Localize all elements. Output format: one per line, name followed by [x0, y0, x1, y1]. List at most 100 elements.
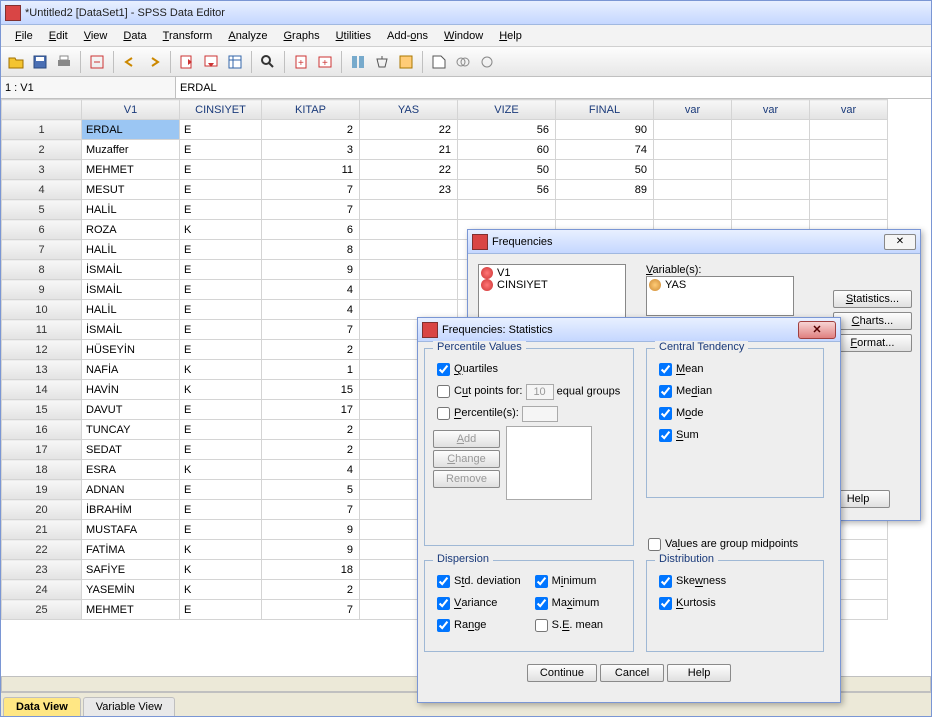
- cutpoints-checkbox[interactable]: Cut points for: 10 equal groups: [433, 382, 625, 401]
- quartiles-checkbox[interactable]: Quartiles: [433, 360, 625, 379]
- data-cell[interactable]: [556, 200, 654, 220]
- data-cell[interactable]: 4: [262, 280, 360, 300]
- data-cell[interactable]: FATİMA: [82, 540, 180, 560]
- split-icon[interactable]: [347, 51, 369, 73]
- data-cell[interactable]: MEHMET: [82, 160, 180, 180]
- data-cell[interactable]: [654, 120, 732, 140]
- data-cell[interactable]: [810, 140, 888, 160]
- data-cell[interactable]: [654, 200, 732, 220]
- cutpoints-value[interactable]: 10: [526, 384, 554, 400]
- max-checkbox[interactable]: Maximum: [531, 594, 603, 613]
- data-cell[interactable]: HALİL: [82, 240, 180, 260]
- frequencies-titlebar[interactable]: Frequencies ✕: [468, 230, 920, 254]
- data-cell[interactable]: [654, 140, 732, 160]
- data-cell[interactable]: E: [180, 240, 262, 260]
- cancel-button[interactable]: Cancel: [600, 664, 664, 682]
- data-cell[interactable]: 2: [262, 340, 360, 360]
- data-cell[interactable]: 2: [262, 120, 360, 140]
- find-icon[interactable]: [257, 51, 279, 73]
- range-checkbox[interactable]: Range: [433, 616, 521, 635]
- data-cell[interactable]: 2: [262, 420, 360, 440]
- data-cell[interactable]: [732, 160, 810, 180]
- data-cell[interactable]: [360, 260, 458, 280]
- data-cell[interactable]: E: [180, 180, 262, 200]
- data-cell[interactable]: 1: [262, 360, 360, 380]
- row-header[interactable]: 7: [2, 240, 82, 260]
- row-header[interactable]: 12: [2, 340, 82, 360]
- data-cell[interactable]: MESUT: [82, 180, 180, 200]
- menu-edit[interactable]: Edit: [41, 28, 76, 44]
- goto-var-icon[interactable]: [200, 51, 222, 73]
- column-header[interactable]: KITAP: [262, 100, 360, 120]
- data-cell[interactable]: K: [180, 560, 262, 580]
- sum-checkbox[interactable]: Sum: [655, 426, 815, 445]
- row-header[interactable]: 3: [2, 160, 82, 180]
- menu-view[interactable]: View: [76, 28, 116, 44]
- redo-icon[interactable]: [143, 51, 165, 73]
- open-icon[interactable]: [5, 51, 27, 73]
- menu-data[interactable]: Data: [115, 28, 154, 44]
- weight-icon[interactable]: [371, 51, 393, 73]
- std-checkbox[interactable]: Std. deviation: [433, 572, 521, 591]
- undo-icon[interactable]: [119, 51, 141, 73]
- row-header[interactable]: 4: [2, 180, 82, 200]
- data-cell[interactable]: TUNCAY: [82, 420, 180, 440]
- data-cell[interactable]: [810, 120, 888, 140]
- data-cell[interactable]: E: [180, 160, 262, 180]
- data-cell[interactable]: 22: [360, 160, 458, 180]
- median-checkbox[interactable]: Median: [655, 382, 815, 401]
- recall-icon[interactable]: [86, 51, 108, 73]
- data-cell[interactable]: 18: [262, 560, 360, 580]
- menu-analyze[interactable]: Analyze: [220, 28, 275, 44]
- row-header[interactable]: 9: [2, 280, 82, 300]
- selected-variable-list[interactable]: YAS: [646, 276, 794, 316]
- data-cell[interactable]: E: [180, 440, 262, 460]
- row-header[interactable]: 8: [2, 260, 82, 280]
- row-header[interactable]: 24: [2, 580, 82, 600]
- data-cell[interactable]: E: [180, 400, 262, 420]
- variance-checkbox[interactable]: Variance: [433, 594, 521, 613]
- data-cell[interactable]: 7: [262, 180, 360, 200]
- data-cell[interactable]: 5: [262, 480, 360, 500]
- data-cell[interactable]: 50: [556, 160, 654, 180]
- data-cell[interactable]: E: [180, 500, 262, 520]
- select-icon[interactable]: [395, 51, 417, 73]
- data-cell[interactable]: 9: [262, 540, 360, 560]
- menu-graphs[interactable]: Graphs: [275, 28, 327, 44]
- column-header[interactable]: var: [732, 100, 810, 120]
- data-cell[interactable]: E: [180, 300, 262, 320]
- se-checkbox[interactable]: S.E. mean: [531, 616, 603, 635]
- data-cell[interactable]: NAFİA: [82, 360, 180, 380]
- data-cell[interactable]: K: [180, 540, 262, 560]
- insert-case-icon[interactable]: +: [290, 51, 312, 73]
- data-cell[interactable]: 90: [556, 120, 654, 140]
- row-header[interactable]: 22: [2, 540, 82, 560]
- row-header[interactable]: 11: [2, 320, 82, 340]
- continue-button[interactable]: Continue: [527, 664, 597, 682]
- mode-checkbox[interactable]: Mode: [655, 404, 815, 423]
- help-button[interactable]: Help: [667, 664, 731, 682]
- row-header[interactable]: 5: [2, 200, 82, 220]
- menu-addons[interactable]: Add-ons: [379, 28, 436, 44]
- menu-help[interactable]: Help: [491, 28, 530, 44]
- data-cell[interactable]: E: [180, 280, 262, 300]
- data-cell[interactable]: HAVİN: [82, 380, 180, 400]
- row-header[interactable]: 16: [2, 420, 82, 440]
- data-cell[interactable]: 7: [262, 600, 360, 620]
- data-cell[interactable]: [654, 180, 732, 200]
- source-variable-list[interactable]: V1 CINSIYET: [478, 264, 626, 320]
- data-cell[interactable]: 9: [262, 520, 360, 540]
- data-cell[interactable]: E: [180, 120, 262, 140]
- data-cell[interactable]: [732, 120, 810, 140]
- data-cell[interactable]: E: [180, 420, 262, 440]
- data-cell[interactable]: 56: [458, 120, 556, 140]
- data-cell[interactable]: 4: [262, 460, 360, 480]
- data-cell[interactable]: [810, 200, 888, 220]
- data-cell[interactable]: 7: [262, 320, 360, 340]
- data-cell[interactable]: K: [180, 580, 262, 600]
- variables-icon[interactable]: [224, 51, 246, 73]
- data-cell[interactable]: [732, 140, 810, 160]
- data-cell[interactable]: E: [180, 140, 262, 160]
- data-cell[interactable]: 4: [262, 300, 360, 320]
- data-cell[interactable]: [458, 200, 556, 220]
